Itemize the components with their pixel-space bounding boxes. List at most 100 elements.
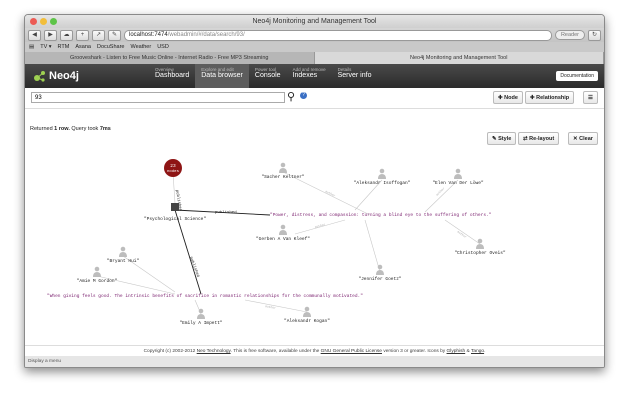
license-link[interactable]: GNU General Public License xyxy=(321,349,382,354)
window-controls xyxy=(30,18,57,25)
add-relationship-label: Relationship xyxy=(536,95,570,101)
list-icon: ☰ xyxy=(588,95,593,101)
back-icon[interactable]: ◀ xyxy=(28,29,41,41)
graph-canvas[interactable]: published published published author aut… xyxy=(25,132,604,344)
tango-link[interactable]: Tango xyxy=(471,349,484,354)
edge-label: published xyxy=(188,256,200,279)
logo-text: Neo4j xyxy=(49,70,79,82)
footer-copyright: Copyright (c) 2002-2012 xyxy=(143,349,196,354)
browser-toolbar: ◀ ▶ ☁ + ↗ ✎ localhost:7474/webadmin/#/da… xyxy=(25,28,604,42)
bookmarks-bar: ▤ TV ▾ RTM Asana DocuShare Weather USD xyxy=(25,42,604,52)
nav-title: Console xyxy=(254,72,281,79)
nav-server-info[interactable]: Details Server info xyxy=(332,64,378,88)
glyphish-link[interactable]: Glyphish xyxy=(447,349,466,354)
share-icon[interactable]: ↗ xyxy=(92,29,105,41)
node-label: "Aleksandr Isoffogan" xyxy=(354,180,411,186)
bookmarks-icon[interactable]: ▤ xyxy=(29,42,34,52)
bookmark-item[interactable]: Weather xyxy=(131,42,152,52)
person-node[interactable]: "Sacher Keltner" xyxy=(261,162,305,180)
bookmark-item[interactable]: USD xyxy=(157,42,169,52)
close-button[interactable] xyxy=(30,18,37,25)
node-label: "Bryant Hui" xyxy=(107,258,140,264)
edge-label: author xyxy=(314,222,326,229)
address-bar[interactable]: localhost:7474/webadmin/#/data/search/93… xyxy=(124,29,552,41)
node-label: "Elen Van Der Löwe" xyxy=(432,180,484,186)
nav-data-browser[interactable]: Explore and edit Data browser xyxy=(195,64,249,88)
app-header: Neo4j Overview Dashboard Explore and edi… xyxy=(25,64,604,88)
bookmark-item[interactable]: TV ▾ xyxy=(40,42,51,52)
tab-neo4j[interactable]: Neo4j Monitoring and Management Tool xyxy=(314,52,604,64)
node-label: "Psychological Science" xyxy=(144,216,206,222)
cluster-count: 23 xyxy=(170,163,176,169)
bookmark-item[interactable]: DocuShare xyxy=(97,42,125,52)
url-host: localhost:7474 xyxy=(129,31,168,38)
cloud-icon[interactable]: ☁ xyxy=(60,29,73,41)
neo4j-logo-icon xyxy=(34,70,45,82)
journal-node[interactable]: "Psychological Science" xyxy=(144,203,206,222)
forward-icon[interactable]: ▶ xyxy=(44,29,57,41)
url-path: /webadmin/#/data/search/93/ xyxy=(167,31,245,38)
bookmark-item[interactable]: Asana xyxy=(75,42,91,52)
search-row: 93 ⚲ ? ✚ Node ✚ Relationship ☰ xyxy=(25,88,604,109)
person-node[interactable]: "Bryant Hui" xyxy=(107,246,140,264)
footer-text: & xyxy=(466,349,470,354)
nav-console[interactable]: Power tool Console xyxy=(249,64,287,88)
help-icon[interactable]: ? xyxy=(300,92,307,99)
person-node[interactable]: "Gerben A Van Kleef" xyxy=(256,224,310,242)
nav-title: Dashboard xyxy=(155,72,190,79)
person-node[interactable]: "Emily A Impett" xyxy=(179,308,223,326)
footer-text: version 3 or greater. Icons by xyxy=(383,349,446,354)
paper-label: "When giving feels good. The intrinsic b… xyxy=(47,293,363,299)
minimize-button[interactable] xyxy=(40,18,47,25)
node-label: "Aleksandr Kogan" xyxy=(284,318,330,324)
nav-title: Data browser xyxy=(201,72,243,79)
edge-label: author xyxy=(325,189,337,197)
person-node[interactable]: "Amie M Gordon" xyxy=(77,266,118,284)
view-toggle-button[interactable]: ☰ xyxy=(583,91,598,104)
node-label: "Christopher Oveis" xyxy=(454,250,506,256)
search-input[interactable]: 93 xyxy=(31,92,285,103)
published-edge[interactable] xyxy=(174,209,202,295)
person-node[interactable]: "Aleksandr Isoffogan" xyxy=(354,168,411,186)
footer-text: . This is free software, available under… xyxy=(230,349,320,354)
add-node-button[interactable]: ✚ Node xyxy=(493,91,523,104)
reload-icon[interactable]: ↻ xyxy=(588,29,601,41)
person-node[interactable]: "Christopher Oveis" xyxy=(454,238,506,256)
person-node[interactable]: "Jennifer Goetz" xyxy=(358,264,402,282)
search-icon[interactable]: ⚲ xyxy=(287,90,295,103)
edges xyxy=(96,171,481,315)
window-title: Neo4j Monitoring and Management Tool xyxy=(252,18,377,25)
edge-label: published xyxy=(215,210,237,215)
title-bar: Neo4j Monitoring and Management Tool xyxy=(25,15,604,28)
node-label: "Emily A Impett" xyxy=(179,320,223,326)
person-node[interactable]: "Elen Van Der Löwe" xyxy=(432,168,484,186)
neo-technology-link[interactable]: Neo Technology xyxy=(197,349,231,354)
edge-label: author xyxy=(435,186,446,197)
paper-node[interactable]: "When giving feels good. The intrinsic b… xyxy=(47,293,363,299)
bookmark-item[interactable]: RTM xyxy=(58,42,70,52)
add-node-label: Node xyxy=(504,95,518,101)
tab-grooveshark[interactable]: Grooveshark - Listen to Free Music Onlin… xyxy=(25,52,315,64)
zoom-button[interactable] xyxy=(50,18,57,25)
nav-dashboard[interactable]: Overview Dashboard xyxy=(149,64,195,88)
nav-title: Indexes xyxy=(292,72,318,79)
add-icon[interactable]: + xyxy=(76,29,89,41)
reader-button[interactable]: Reader xyxy=(554,30,585,40)
documentation-button[interactable]: Documentation xyxy=(556,71,598,81)
wrench-icon[interactable]: ✎ xyxy=(108,29,121,41)
add-relationship-button[interactable]: ✚ Relationship xyxy=(525,91,575,104)
paper-label: "Power, distress, and compassion: turnin… xyxy=(270,212,492,218)
person-node[interactable]: "Aleksandr Kogan" xyxy=(284,306,330,324)
node-label: "Amie M Gordon" xyxy=(77,278,118,284)
cluster-node[interactable]: 23 nodes xyxy=(164,159,182,177)
paper-node[interactable]: "Power, distress, and compassion: turnin… xyxy=(270,212,492,218)
nav-indexes[interactable]: Add and remove Indexes xyxy=(287,64,332,88)
node-label: "Sacher Keltner" xyxy=(261,174,305,180)
node-label: "Gerben A Van Kleef" xyxy=(256,236,310,242)
neo4j-logo: Neo4j xyxy=(25,64,149,88)
status-bar: Display a menu xyxy=(25,356,604,367)
nav-title: Server info xyxy=(337,72,372,79)
node-label: "Jennifer Goetz" xyxy=(358,276,402,282)
footer-text: . xyxy=(484,349,486,354)
cluster-label: nodes xyxy=(167,169,180,174)
